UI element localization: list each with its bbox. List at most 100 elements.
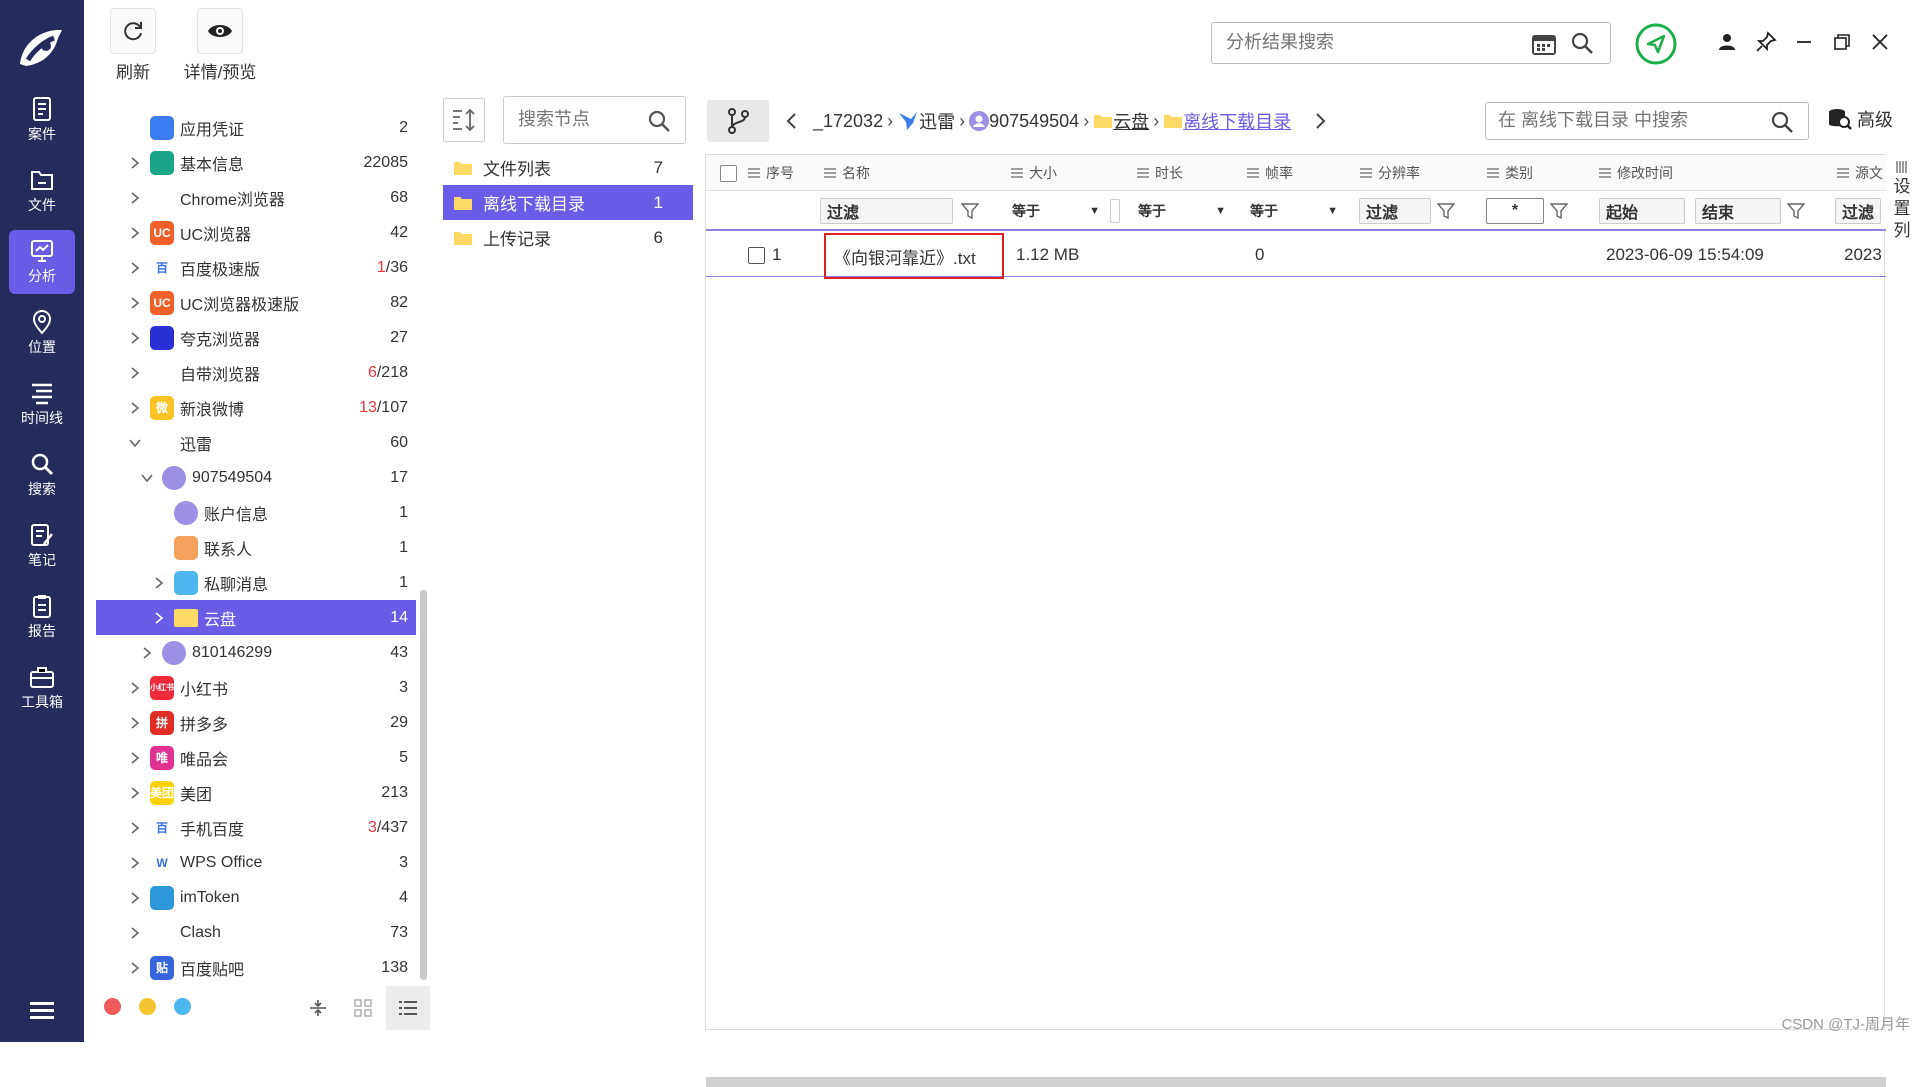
time-end-input[interactable]: 结束: [1695, 198, 1781, 224]
nav-item-location[interactable]: 位置: [9, 301, 75, 365]
red-dot[interactable]: [104, 998, 121, 1015]
tree-item[interactable]: 私聊消息 1: [96, 565, 416, 600]
forward-chevron-icon[interactable]: [1313, 112, 1327, 130]
chevron-down-icon[interactable]: [128, 436, 142, 450]
tree-item[interactable]: 贴百度贴吧 138: [96, 950, 416, 983]
preview-button[interactable]: 详情/预览: [172, 8, 268, 83]
fps-operator-select[interactable]: 等于 ▼: [1244, 198, 1344, 224]
filter-icon[interactable]: [961, 202, 979, 220]
crumb-xunlei[interactable]: 迅雷: [919, 108, 955, 134]
branch-button[interactable]: [707, 100, 769, 142]
sort-button[interactable]: [443, 98, 485, 142]
directory-search-input[interactable]: [1486, 103, 1756, 137]
select-all-checkbox[interactable]: [720, 155, 737, 191]
col-size[interactable]: 大小: [1011, 155, 1057, 191]
node-item[interactable]: 上传记录 6: [443, 220, 693, 255]
analysis-search-input[interactable]: [1212, 23, 1512, 61]
tree-item[interactable]: 907549504 17: [96, 460, 416, 495]
user-icon[interactable]: [1715, 30, 1739, 54]
chevron-right-icon[interactable]: [128, 331, 142, 345]
chevron-right-icon[interactable]: [128, 961, 142, 975]
chevron-right-icon[interactable]: [128, 191, 142, 205]
column-settings-button[interactable]: 设置列: [1888, 156, 1916, 356]
tree-item[interactable]: 百百度极速版 1/36: [96, 250, 416, 285]
chevron-right-icon[interactable]: [152, 611, 166, 625]
tree-item[interactable]: 夸克浏览器 27: [96, 320, 416, 355]
tree-item[interactable]: 810146299 43: [96, 635, 416, 670]
crumb-root[interactable]: _172032: [813, 111, 883, 132]
calendar-icon[interactable]: [1532, 33, 1556, 55]
yellow-dot[interactable]: [139, 998, 156, 1015]
row-file-name[interactable]: 《向银河靠近》.txt: [824, 233, 1004, 279]
chevron-right-icon[interactable]: [128, 261, 142, 275]
col-fps[interactable]: 帧率: [1247, 155, 1293, 191]
nav-item-file[interactable]: 文件: [9, 159, 75, 223]
nav-item-report[interactable]: 报告: [9, 585, 75, 649]
col-source[interactable]: 源文: [1837, 155, 1883, 191]
resolution-filter-input[interactable]: 过滤: [1359, 198, 1431, 224]
tree-item[interactable]: 应用凭证 2: [96, 110, 416, 145]
tree-item[interactable]: 小红书 小红书 3: [96, 670, 416, 705]
node-item[interactable]: 离线下载目录 1: [443, 185, 693, 220]
category-filter-input[interactable]: *: [1486, 198, 1544, 224]
col-category[interactable]: 类别: [1487, 155, 1533, 191]
nav-item-toolbox[interactable]: 工具箱: [9, 656, 75, 720]
tree-item[interactable]: 云盘 14: [96, 600, 416, 635]
col-resolution[interactable]: 分辨率: [1360, 155, 1420, 191]
tree-item[interactable]: 百手机百度 3/437: [96, 810, 416, 845]
collapse-icon[interactable]: [308, 998, 328, 1018]
search-icon[interactable]: [647, 109, 671, 133]
time-start-input[interactable]: 起始: [1599, 198, 1685, 224]
search-icon[interactable]: [1770, 110, 1794, 134]
chevron-right-icon[interactable]: [140, 646, 154, 660]
size-operator-select[interactable]: 等于 ▼: [1006, 198, 1106, 224]
col-duration[interactable]: 时长: [1137, 155, 1183, 191]
tree-item[interactable]: 唯唯品会 5: [96, 740, 416, 775]
tree-item[interactable]: imToken 4: [96, 880, 416, 915]
chevron-right-icon[interactable]: [128, 856, 142, 870]
advanced-search-button[interactable]: 高级: [1827, 106, 1893, 132]
tree-item[interactable]: 拼拼多多 29: [96, 705, 416, 740]
tree-item[interactable]: 联系人 1: [96, 530, 416, 565]
horizontal-scrollbar[interactable]: [706, 1077, 1886, 1087]
crumb-current[interactable]: 离线下载目录: [1183, 108, 1291, 134]
menu-icon[interactable]: [28, 1000, 56, 1022]
tree-item[interactable]: UC UC浏览器极速版 82: [96, 285, 416, 320]
duration-operator-select[interactable]: 等于 ▼: [1132, 198, 1232, 224]
node-item[interactable]: 文件列表 7: [443, 150, 693, 185]
chevron-down-icon[interactable]: [140, 471, 154, 485]
tree-item[interactable]: Clash 73: [96, 915, 416, 950]
tree-item[interactable]: W WPS Office 3: [96, 845, 416, 880]
node-search-input[interactable]: [504, 97, 634, 141]
filter-icon[interactable]: [1550, 202, 1568, 220]
chevron-right-icon[interactable]: [128, 716, 142, 730]
tree-scrollbar[interactable]: [420, 590, 427, 980]
nav-item-notes[interactable]: 笔记: [9, 514, 75, 578]
crumb-account[interactable]: 907549504: [989, 111, 1079, 132]
tree-item[interactable]: 迅雷 60: [96, 425, 416, 460]
nav-item-case[interactable]: 案件: [9, 88, 75, 152]
back-chevron-icon[interactable]: [785, 112, 799, 130]
tree-item[interactable]: 美团 美团 213: [96, 775, 416, 810]
refresh-button[interactable]: 刷新: [110, 8, 156, 83]
name-filter-input[interactable]: 过滤: [820, 198, 953, 224]
tree-item[interactable]: 微新浪微博 13/107: [96, 390, 416, 425]
restore-icon[interactable]: [1830, 30, 1854, 54]
search-icon[interactable]: [1570, 31, 1594, 55]
chevron-right-icon[interactable]: [128, 926, 142, 940]
nav-item-analysis[interactable]: 分析: [9, 230, 75, 294]
filter-icon[interactable]: [1437, 202, 1455, 220]
sync-status-icon[interactable]: [1634, 22, 1678, 66]
tree-item[interactable]: 基本信息 22085: [96, 145, 416, 180]
filter-icon[interactable]: [1787, 202, 1805, 220]
chevron-right-icon[interactable]: [128, 401, 142, 415]
chevron-right-icon[interactable]: [128, 296, 142, 310]
row-checkbox[interactable]: [748, 233, 765, 277]
close-icon[interactable]: [1868, 30, 1892, 54]
crumb-cloud[interactable]: 云盘: [1113, 108, 1149, 134]
minimize-icon[interactable]: [1792, 30, 1816, 54]
nav-item-search[interactable]: 搜索: [9, 443, 75, 507]
chevron-right-icon[interactable]: [128, 156, 142, 170]
chevron-right-icon[interactable]: [128, 366, 142, 380]
chevron-right-icon[interactable]: [152, 576, 166, 590]
